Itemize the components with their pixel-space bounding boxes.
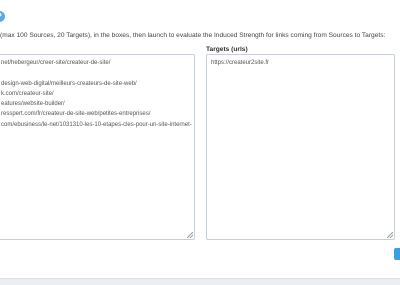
- sources-textarea[interactable]: net/hebergeur/creer-site/createur-de-sit…: [0, 54, 195, 240]
- help-icon[interactable]: ?: [0, 11, 5, 22]
- instructions-text: (max 100 Sources, 20 Targets), in the bo…: [0, 32, 386, 39]
- targets-label: Targets (urls): [206, 46, 248, 53]
- target-line: https://createur2site.fr: [211, 60, 270, 66]
- source-line: com/ebusiness/le-net/1031310-les-10-etap…: [1, 121, 192, 128]
- targets-textarea[interactable]: https://createur2site.fr: [206, 54, 395, 240]
- source-line: eatures/website-builder/: [1, 101, 65, 108]
- source-line: net/hebergeur/creer-site/createur-de-sit…: [1, 60, 111, 66]
- sources-lines: net/hebergeur/creer-site/createur-de-sit…: [1, 58, 192, 130]
- source-line: k.com/createur-site/: [1, 90, 54, 97]
- main-panel: ? (max 100 Sources, 20 Targets), in the …: [0, 0, 400, 278]
- targets-lines: https://createur2site.fr: [211, 58, 269, 68]
- resize-grip-icon[interactable]: [187, 232, 193, 238]
- launch-button[interactable]: [394, 248, 400, 260]
- source-line: [1, 68, 192, 78]
- source-line: design-web-digital/meilleurs-createurs-d…: [1, 80, 137, 87]
- source-line: resspert.com/fr/createur-de-site-web/pet…: [1, 111, 151, 118]
- resize-grip-icon[interactable]: [387, 232, 393, 238]
